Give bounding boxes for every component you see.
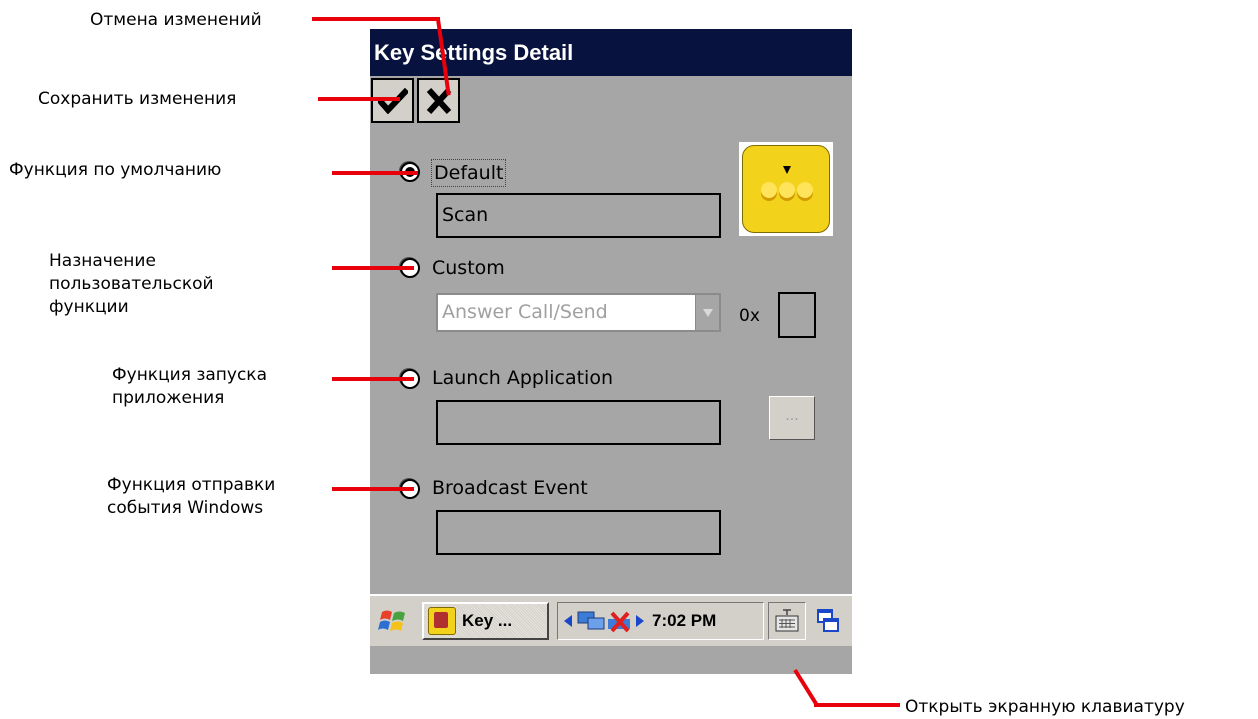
taskbar: Key ... 7:02 PM	[370, 594, 852, 646]
annotation-cancel: Отмена изменений	[90, 10, 262, 30]
leader-launch	[332, 377, 414, 381]
windows-flag-icon	[378, 610, 405, 631]
app-task-icon	[428, 607, 456, 635]
clock[interactable]: 7:02 PM	[652, 611, 716, 631]
annotation-default: Функция по умолчанию	[9, 160, 222, 180]
annotation-custom: Назначение пользовательской функции	[49, 250, 214, 319]
launch-application-label: Launch Application	[432, 367, 614, 389]
leader-save	[318, 97, 400, 101]
start-button[interactable]	[374, 602, 412, 640]
leader-default	[332, 171, 418, 175]
system-tray: 7:02 PM	[557, 602, 764, 640]
launch-application-field[interactable]	[436, 400, 721, 445]
broadcast-event-label: Broadcast Event	[432, 477, 588, 499]
leader-keyboard-h	[814, 703, 900, 707]
tray-scroll-left-icon[interactable]	[564, 615, 572, 627]
tray-scroll-right-icon[interactable]	[636, 615, 644, 627]
annotation-save: Сохранить изменения	[38, 89, 237, 109]
custom-function-select[interactable]: Answer Call/Send	[436, 293, 721, 332]
device-screen: Key Settings Detail Default Scan Custom …	[370, 29, 852, 674]
leader-keyboard-diag	[793, 668, 818, 705]
leader-cancel-h	[312, 17, 440, 21]
custom-function-value: Answer Call/Send	[442, 301, 608, 323]
leader-custom	[332, 266, 414, 270]
keyboard-icon	[775, 609, 799, 632]
network-icon[interactable]	[576, 609, 606, 633]
hex-prefix-label: 0x	[739, 306, 760, 326]
task-button-label: Key ...	[462, 611, 513, 630]
leader-broadcast	[332, 487, 414, 491]
annotation-launch-line2: приложения	[112, 388, 225, 408]
annotation-custom-line2: пользовательской	[49, 274, 214, 294]
switch-windows-icon	[817, 609, 839, 632]
task-button-key-settings[interactable]: Key ...	[422, 602, 549, 640]
desktop-button[interactable]	[811, 602, 845, 640]
keyboard-button[interactable]	[768, 602, 806, 640]
annotation-broadcast: Функция отправки события Windows	[107, 474, 275, 520]
default-value-field: Scan	[436, 193, 721, 238]
custom-label: Custom	[432, 257, 505, 279]
hex-code-input[interactable]	[778, 292, 816, 338]
disconnected-icon[interactable]	[606, 609, 634, 633]
browse-button-label: ...	[785, 408, 799, 424]
default-label: Default	[430, 159, 507, 187]
browse-button[interactable]: ...	[769, 396, 815, 440]
annotation-launch-line1: Функция запуска	[112, 365, 267, 385]
annotation-custom-line3: функции	[49, 297, 129, 317]
annotation-launch: Функция запуска приложения	[112, 364, 267, 410]
key-icon	[739, 142, 833, 236]
broadcast-event-field[interactable]	[436, 510, 721, 555]
annotation-broadcast-line2: события Windows	[107, 498, 264, 518]
annotation-custom-line1: Назначение	[49, 251, 156, 271]
cancel-button[interactable]	[417, 78, 460, 123]
annotation-broadcast-line1: Функция отправки	[107, 475, 276, 495]
chevron-down-icon[interactable]	[695, 295, 719, 330]
